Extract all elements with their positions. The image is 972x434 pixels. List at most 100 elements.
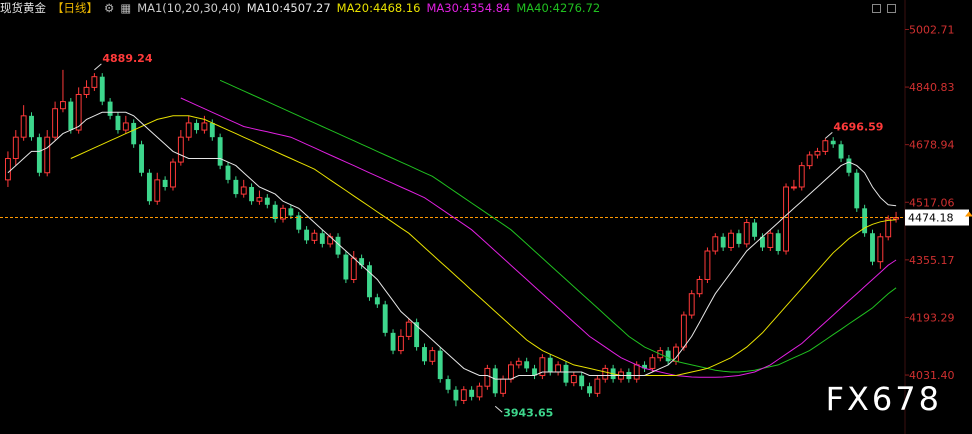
- low-price-label: 3943.65: [503, 406, 553, 419]
- candle-body[interactable]: [52, 108, 59, 138]
- candlestick-chart[interactable]: 5002.71 4840.83 4678.94 4517.06 4355.17 4193.…: [0, 0, 972, 434]
- candle-body[interactable]: [743, 222, 750, 245]
- candle-body[interactable]: [194, 122, 199, 131]
- candle-body[interactable]: [146, 172, 152, 202]
- candle-body[interactable]: [209, 122, 215, 138]
- candle-body[interactable]: [12, 136, 19, 160]
- candle-body[interactable]: [304, 229, 310, 241]
- candle-body[interactable]: [854, 172, 860, 209]
- candle-body[interactable]: [115, 115, 121, 131]
- candle-body[interactable]: [256, 197, 263, 202]
- candle-body[interactable]: [649, 357, 656, 369]
- candle-body[interactable]: [460, 389, 467, 401]
- candle-body[interactable]: [350, 257, 357, 280]
- candle-body[interactable]: [122, 122, 129, 131]
- candle-body[interactable]: [806, 154, 813, 167]
- candle-body[interactable]: [476, 385, 483, 398]
- candle-body[interactable]: [822, 140, 829, 152]
- candle-body[interactable]: [508, 364, 514, 380]
- candle-body[interactable]: [500, 378, 507, 394]
- candle-body[interactable]: [602, 367, 609, 380]
- candle-body[interactable]: [547, 357, 553, 372]
- candle-body[interactable]: [367, 265, 372, 298]
- candle-body[interactable]: [170, 161, 176, 188]
- candle-body[interactable]: [696, 278, 703, 295]
- candle-body[interactable]: [99, 76, 105, 102]
- candle-body[interactable]: [484, 367, 491, 387]
- candle-body[interactable]: [36, 137, 42, 173]
- candle-body[interactable]: [272, 204, 278, 219]
- candle-body[interactable]: [20, 115, 27, 138]
- candle-body[interactable]: [422, 347, 427, 362]
- candle-body[interactable]: [382, 304, 388, 333]
- candle-body[interactable]: [870, 233, 875, 262]
- candle-body[interactable]: [429, 350, 436, 362]
- candle-body[interactable]: [91, 76, 98, 88]
- candle-body[interactable]: [83, 86, 90, 95]
- candle-body[interactable]: [579, 375, 585, 387]
- candle-body[interactable]: [515, 360, 522, 366]
- candle-body[interactable]: [814, 150, 821, 156]
- candle-body[interactable]: [201, 122, 208, 131]
- candle-body[interactable]: [720, 236, 726, 248]
- candle-body[interactable]: [688, 293, 695, 316]
- candle-body[interactable]: [728, 232, 734, 248]
- candle-body[interactable]: [437, 350, 443, 380]
- candle-body[interactable]: [877, 236, 884, 263]
- candle-body[interactable]: [29, 115, 34, 138]
- candle-body[interactable]: [587, 386, 592, 394]
- candle-body[interactable]: [405, 321, 412, 337]
- candle-body[interactable]: [249, 186, 255, 202]
- candle-body[interactable]: [107, 101, 113, 116]
- candle-body[interactable]: [217, 137, 223, 166]
- candle-body[interactable]: [44, 136, 51, 174]
- annotation-leader: [494, 405, 503, 413]
- candle-body[interactable]: [131, 122, 137, 145]
- candle-body[interactable]: [838, 144, 844, 159]
- candle-body[interactable]: [775, 233, 781, 252]
- candle-body[interactable]: [4, 158, 11, 181]
- candle-body[interactable]: [704, 250, 711, 280]
- candle-body[interactable]: [343, 254, 349, 280]
- candle-body[interactable]: [665, 350, 671, 362]
- candle-body[interactable]: [563, 364, 569, 383]
- high-price-label: 4889.24: [102, 52, 152, 65]
- candle-body[interactable]: [555, 364, 562, 373]
- candle-body[interactable]: [885, 218, 892, 238]
- candle-body[interactable]: [177, 136, 184, 163]
- candle-body[interactable]: [240, 186, 247, 195]
- candle-body[interactable]: [524, 361, 530, 369]
- candle-body[interactable]: [319, 233, 325, 244]
- candle-body[interactable]: [264, 197, 270, 205]
- candle-body[interactable]: [680, 314, 687, 348]
- candle-body[interactable]: [445, 379, 451, 390]
- candle-body[interactable]: [736, 233, 742, 244]
- candle-body[interactable]: [790, 186, 797, 189]
- candle-body[interactable]: [68, 101, 74, 131]
- candle-body[interactable]: [633, 364, 640, 380]
- candle-body[interactable]: [60, 101, 66, 110]
- candle-body[interactable]: [469, 389, 475, 397]
- candle-body[interactable]: [752, 222, 758, 237]
- candle-body[interactable]: [397, 335, 404, 352]
- candle-body[interactable]: [139, 144, 144, 173]
- candle-body[interactable]: [390, 332, 396, 351]
- candle-body[interactable]: [492, 368, 498, 394]
- candle-body[interactable]: [783, 186, 789, 252]
- candle-body[interactable]: [570, 375, 577, 384]
- candle-body[interactable]: [233, 179, 239, 195]
- candle-body[interactable]: [162, 179, 168, 187]
- candle-body[interactable]: [374, 297, 380, 305]
- candle-body[interactable]: [453, 389, 459, 401]
- candle-body[interactable]: [311, 232, 318, 241]
- candle-body[interactable]: [767, 232, 774, 248]
- candle-body[interactable]: [712, 236, 719, 252]
- candle-body[interactable]: [288, 208, 294, 216]
- candle-body[interactable]: [846, 158, 852, 173]
- candle-body[interactable]: [830, 140, 836, 145]
- candle-body[interactable]: [185, 122, 192, 138]
- candle-body[interactable]: [154, 179, 161, 202]
- candle-body[interactable]: [225, 165, 231, 180]
- candle-body[interactable]: [798, 165, 805, 188]
- candle-body[interactable]: [594, 378, 601, 394]
